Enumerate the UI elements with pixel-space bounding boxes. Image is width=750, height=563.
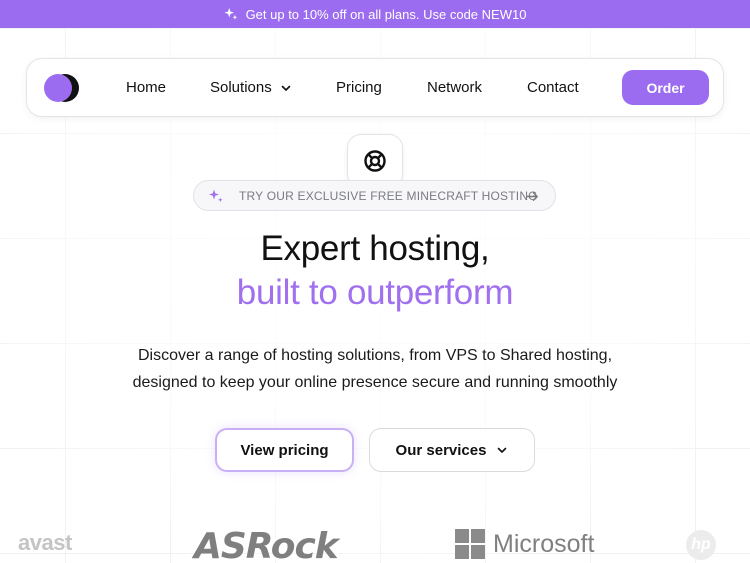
chevron-down-icon	[281, 85, 291, 91]
nav-contact-label: Contact	[527, 79, 579, 96]
avast-text: avast	[18, 530, 72, 555]
hp-logo: hp	[686, 530, 716, 560]
promo-text: Get up to 10% off on all plans. Use code…	[245, 6, 527, 22]
nav-network[interactable]: Network	[427, 59, 482, 116]
view-pricing-label: View pricing	[240, 441, 329, 459]
hero-subtitle-line1: Discover a range of hosting solutions, f…	[137, 347, 613, 364]
arrow-right-icon	[526, 192, 538, 201]
minecraft-hosting-pill[interactable]: TRY OUR EXCLUSIVE FREE MINECRAFT HOSTING	[193, 180, 556, 211]
pill-text: TRY OUR EXCLUSIVE FREE MINECRAFT HOSTING	[239, 189, 538, 203]
nav-solutions[interactable]: Solutions	[210, 59, 292, 116]
brand-logo[interactable]	[43, 73, 83, 103]
view-pricing-button[interactable]: View pricing	[215, 428, 354, 472]
hero-title-accent: built to outperform	[236, 273, 514, 312]
hero-subtitle-line2: designed to keep your online presence se…	[132, 374, 618, 391]
microsoft-logo: Microsoft	[455, 529, 594, 559]
microsoft-text: Microsoft	[493, 529, 595, 558]
order-button[interactable]: Order	[622, 70, 709, 105]
hp-text: hp	[691, 536, 711, 553]
our-services-button[interactable]: Our services	[369, 428, 535, 472]
brand-logos-row: avast ASRock Microsoft hp	[0, 520, 750, 563]
hero-title: Expert hosting,	[260, 229, 490, 268]
nav-pricing-label: Pricing	[336, 79, 382, 96]
nav-network-label: Network	[427, 79, 483, 96]
nav-pricing[interactable]: Pricing	[336, 59, 382, 116]
sparkles-icon	[209, 189, 223, 203]
asrock-text: ASRock	[194, 526, 339, 563]
nav-contact[interactable]: Contact	[527, 59, 579, 116]
asrock-logo: ASRock	[194, 526, 339, 563]
lifebuoy-icon	[364, 150, 386, 172]
our-services-label: Our services	[395, 441, 487, 459]
nav-home-label: Home	[126, 79, 167, 96]
avast-logo: avast	[18, 530, 72, 556]
chevron-down-icon	[498, 447, 507, 453]
nav-solutions-label: Solutions	[210, 79, 272, 96]
microsoft-grid-icon	[455, 529, 485, 559]
promo-banner[interactable]: Get up to 10% off on all plans. Use code…	[0, 0, 750, 28]
main-nav: Home Solutions Pricing Network Contact O…	[26, 58, 724, 117]
sparkles-icon	[224, 7, 237, 20]
nav-home[interactable]: Home	[126, 59, 166, 116]
